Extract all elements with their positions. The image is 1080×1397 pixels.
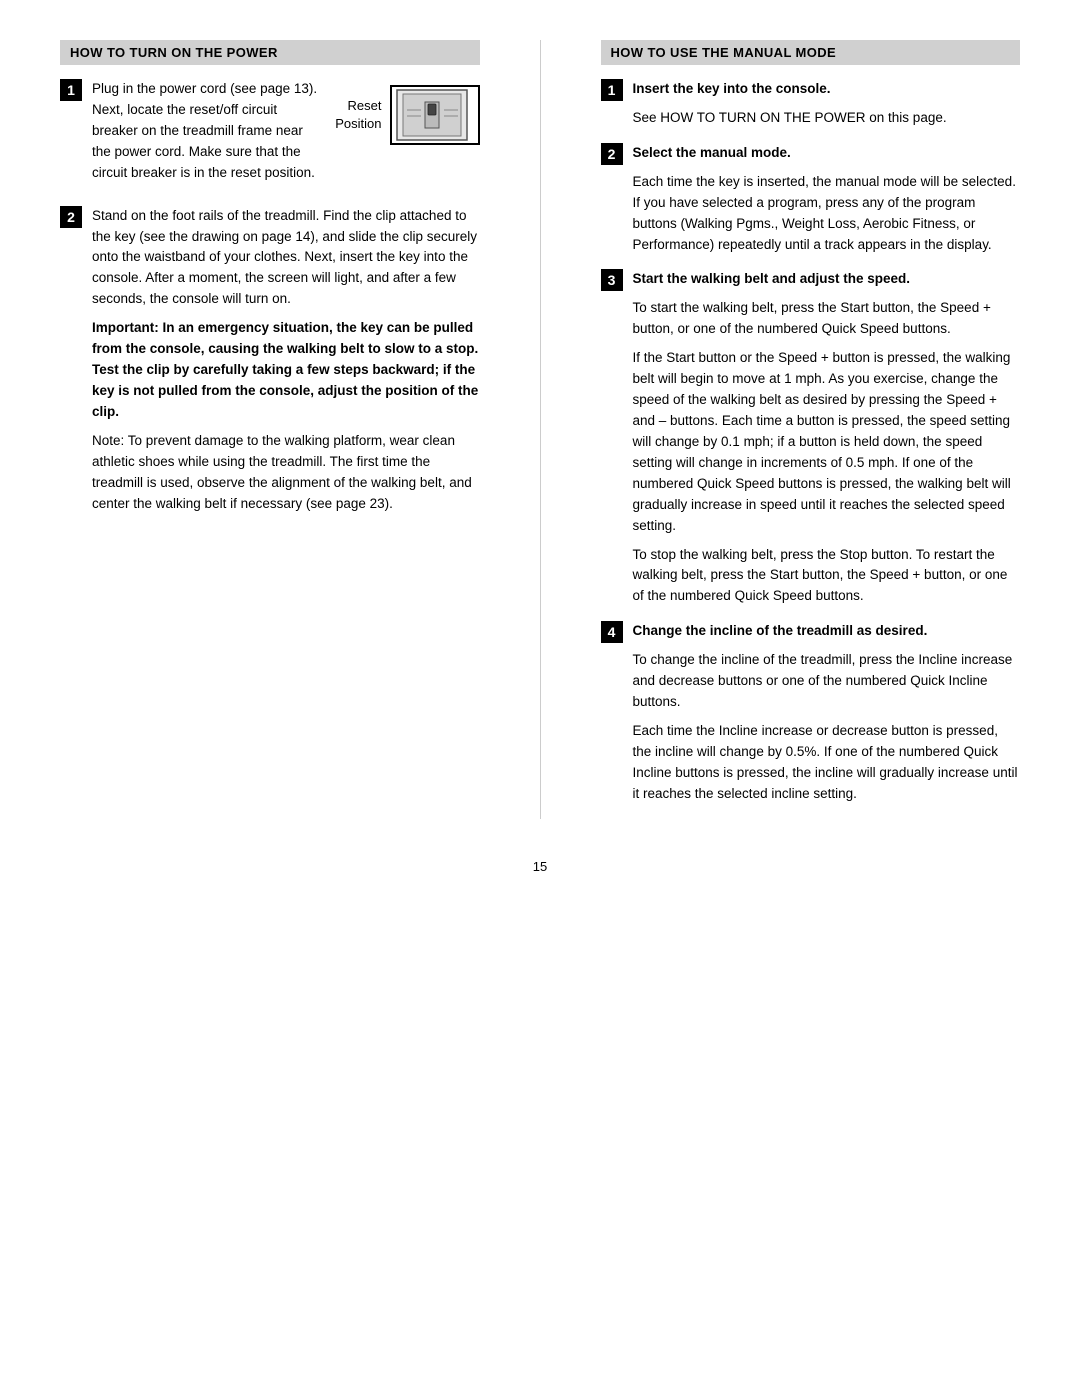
column-divider bbox=[540, 40, 541, 819]
reset-label: ResetPosition bbox=[335, 97, 381, 133]
step1-content: Plug in the power cord (see page 13). Ne… bbox=[92, 79, 480, 192]
right-step4-content: Change the incline of the treadmill as d… bbox=[633, 621, 1021, 804]
right-step3-body1: To start the walking belt, press the Sta… bbox=[633, 298, 1021, 340]
reset-box bbox=[390, 85, 480, 145]
right-step2-header: Select the manual mode. bbox=[633, 143, 1021, 164]
step1-top: Plug in the power cord (see page 13). Ne… bbox=[92, 79, 480, 184]
right-step1-header: Insert the key into the console. bbox=[633, 79, 1021, 100]
page-number: 15 bbox=[60, 859, 1020, 874]
step-number-1: 1 bbox=[60, 79, 82, 101]
right-step-number-2: 2 bbox=[601, 143, 623, 165]
right-step-4: 4 Change the incline of the treadmill as… bbox=[601, 621, 1021, 804]
right-step2-content: Select the manual mode. Each time the ke… bbox=[633, 143, 1021, 256]
left-step-2: 2 Stand on the foot rails of the treadmi… bbox=[60, 206, 480, 515]
right-step4-header: Change the incline of the treadmill as d… bbox=[633, 621, 1021, 642]
right-section-header: HOW TO USE THE MANUAL MODE bbox=[601, 40, 1021, 65]
left-step-1: 1 Plug in the power cord (see page 13). … bbox=[60, 79, 480, 192]
page-layout: HOW TO TURN ON THE POWER 1 Plug in the p… bbox=[60, 40, 1020, 819]
right-step3-content: Start the walking belt and adjust the sp… bbox=[633, 269, 1021, 607]
step2-main-text: Stand on the foot rails of the treadmill… bbox=[92, 206, 480, 311]
right-step-number-1: 1 bbox=[601, 79, 623, 101]
right-step2-body: Each time the key is inserted, the manua… bbox=[633, 172, 1021, 256]
step1-paragraph: Plug in the power cord (see page 13). Ne… bbox=[92, 79, 321, 184]
step2-bold-text: Important: In an emergency situation, th… bbox=[92, 318, 480, 423]
right-column: HOW TO USE THE MANUAL MODE 1 Insert the … bbox=[601, 40, 1021, 819]
step1-text: Plug in the power cord (see page 13). Ne… bbox=[92, 79, 321, 184]
right-step1-content: Insert the key into the console. See HOW… bbox=[633, 79, 1021, 129]
left-section-header: HOW TO TURN ON THE POWER bbox=[60, 40, 480, 65]
right-step3-body2: If the Start button or the Speed + butto… bbox=[633, 348, 1021, 536]
left-column: HOW TO TURN ON THE POWER 1 Plug in the p… bbox=[60, 40, 480, 819]
right-step3-body3: To stop the walking belt, press the Stop… bbox=[633, 545, 1021, 608]
right-step-number-4: 4 bbox=[601, 621, 623, 643]
right-step-number-3: 3 bbox=[601, 269, 623, 291]
right-step-2: 2 Select the manual mode. Each time the … bbox=[601, 143, 1021, 256]
step-number-2: 2 bbox=[60, 206, 82, 228]
step2-note: Note: To prevent damage to the walking p… bbox=[92, 431, 480, 515]
right-step1-body: See HOW TO TURN ON THE POWER on this pag… bbox=[633, 108, 1021, 129]
right-step4-body1: To change the incline of the treadmill, … bbox=[633, 650, 1021, 713]
right-step-3: 3 Start the walking belt and adjust the … bbox=[601, 269, 1021, 607]
right-step3-header: Start the walking belt and adjust the sp… bbox=[633, 269, 1021, 290]
circuit-breaker-icon bbox=[395, 88, 470, 142]
right-step-1: 1 Insert the key into the console. See H… bbox=[601, 79, 1021, 129]
reset-illustration: ResetPosition bbox=[335, 85, 479, 145]
step2-content: Stand on the foot rails of the treadmill… bbox=[92, 206, 480, 515]
right-step4-body2: Each time the Incline increase or decrea… bbox=[633, 721, 1021, 805]
